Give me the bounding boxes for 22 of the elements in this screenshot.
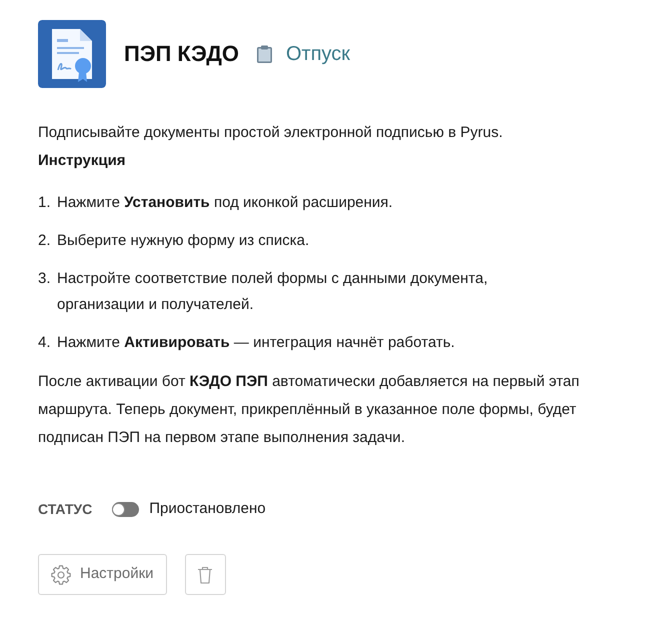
status-label: СТАТУС <box>38 500 92 518</box>
clipboard-icon <box>256 45 272 63</box>
status-text: Приостановлено <box>149 498 266 519</box>
settings-button[interactable]: Настройки <box>38 554 167 595</box>
settings-icon <box>51 564 71 584</box>
trash-icon <box>197 566 214 584</box>
delete-button[interactable] <box>184 554 226 595</box>
form-link[interactable]: Отпуск <box>286 39 350 69</box>
step-number: 4. <box>38 333 52 353</box>
step-text: Нажмите Активировать — интеграция начнёт работать. <box>57 333 455 353</box>
step-text: Нажмите Установить под иконкой расширения. <box>57 193 393 213</box>
step-text: Выберите нужную форму из списка. <box>57 231 310 251</box>
app-title: ПЭП КЭДО <box>124 40 239 68</box>
step-number: 2. <box>38 231 52 251</box>
note-text: После активации бот КЭДО ПЭП автоматически добавляется на первый этап маршрута. Теперь документ, прикреплённый в указанное поле формы, будет подписан ПЭП на первом этапе выполнения задачи. <box>38 372 580 448</box>
certificate-document-icon <box>38 20 106 88</box>
step-number: 1. <box>38 193 52 213</box>
description-text: Подписывайте документы простой электронной подписью в Pyrus. <box>38 123 504 143</box>
step-text: Настройте соответствие полей формы с данными документа, организации и получателей. <box>57 269 489 315</box>
status-toggle[interactable] <box>112 502 140 516</box>
instruction-heading: Инструкция <box>38 151 127 171</box>
step-number: 3. <box>38 269 52 289</box>
